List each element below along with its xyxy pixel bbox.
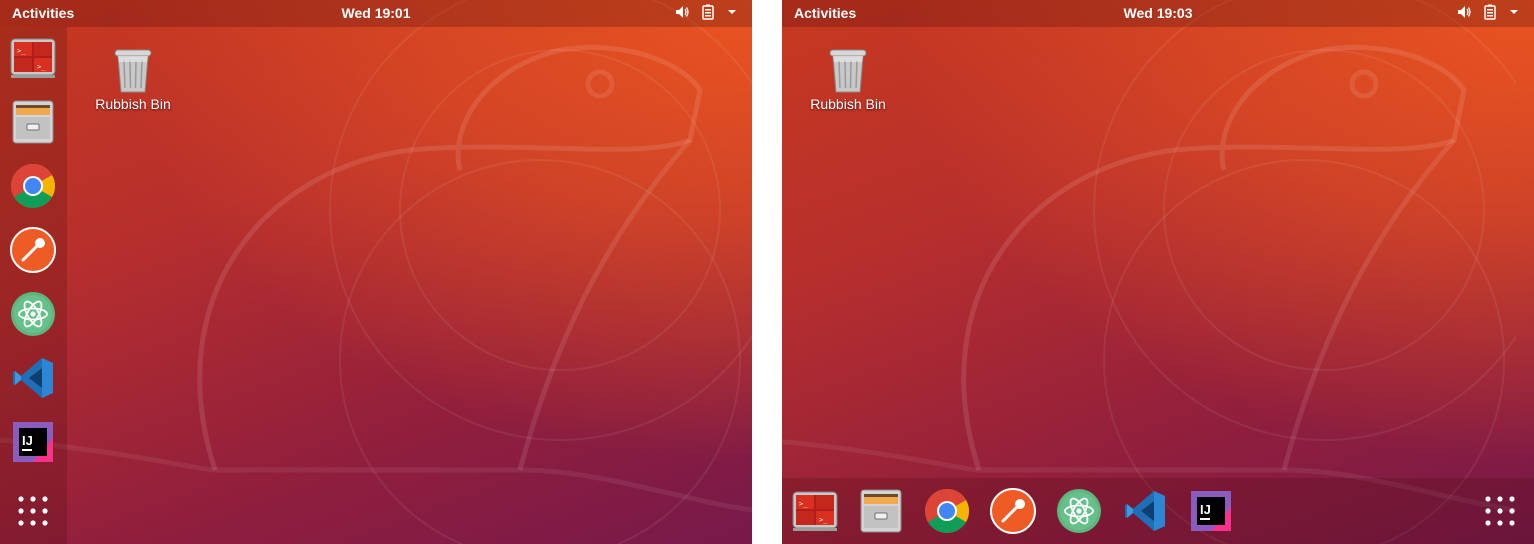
clock[interactable]: Wed 19:01	[0, 5, 752, 21]
atom-icon[interactable]	[1055, 487, 1103, 535]
app-grid-icon[interactable]	[1483, 494, 1517, 528]
top-bar: Activities Wed 19:01	[0, 0, 752, 27]
intellij-icon[interactable]	[9, 418, 57, 466]
file-cabinet-icon[interactable]	[857, 487, 905, 535]
desktop-screen-left: Activities Wed 19:01 Rubbish Bin	[0, 0, 752, 544]
trash-icon	[112, 46, 154, 94]
atom-icon[interactable]	[9, 290, 57, 338]
file-cabinet-icon[interactable]	[9, 98, 57, 146]
clock[interactable]: Wed 19:03	[782, 5, 1534, 21]
system-tray[interactable]	[1456, 4, 1520, 20]
vscode-icon[interactable]	[1121, 487, 1169, 535]
rubbish-bin-label: Rubbish Bin	[810, 96, 886, 112]
rubbish-bin[interactable]: Rubbish Bin	[798, 46, 898, 112]
postman-icon[interactable]	[9, 226, 57, 274]
app-grid-icon[interactable]	[16, 494, 50, 528]
chrome-icon[interactable]	[923, 487, 971, 535]
dock	[782, 478, 1534, 544]
battery-icon[interactable]	[700, 4, 716, 20]
dock	[0, 27, 67, 544]
top-bar: Activities Wed 19:03	[782, 0, 1534, 27]
intellij-icon[interactable]	[1187, 487, 1235, 535]
postman-icon[interactable]	[989, 487, 1037, 535]
rubbish-bin[interactable]: Rubbish Bin	[83, 46, 183, 112]
vscode-icon[interactable]	[9, 354, 57, 402]
trash-icon	[827, 46, 869, 94]
terminal-icon[interactable]	[791, 487, 839, 535]
terminal-icon[interactable]	[9, 34, 57, 82]
chrome-icon[interactable]	[9, 162, 57, 210]
system-tray[interactable]	[674, 4, 738, 20]
chevron-down-icon[interactable]	[1508, 6, 1520, 18]
volume-icon[interactable]	[1456, 4, 1472, 20]
desktop-screen-right: Activities Wed 19:03 Rubbish Bin	[782, 0, 1534, 544]
chevron-down-icon[interactable]	[726, 6, 738, 18]
battery-icon[interactable]	[1482, 4, 1498, 20]
rubbish-bin-label: Rubbish Bin	[95, 96, 171, 112]
volume-icon[interactable]	[674, 4, 690, 20]
